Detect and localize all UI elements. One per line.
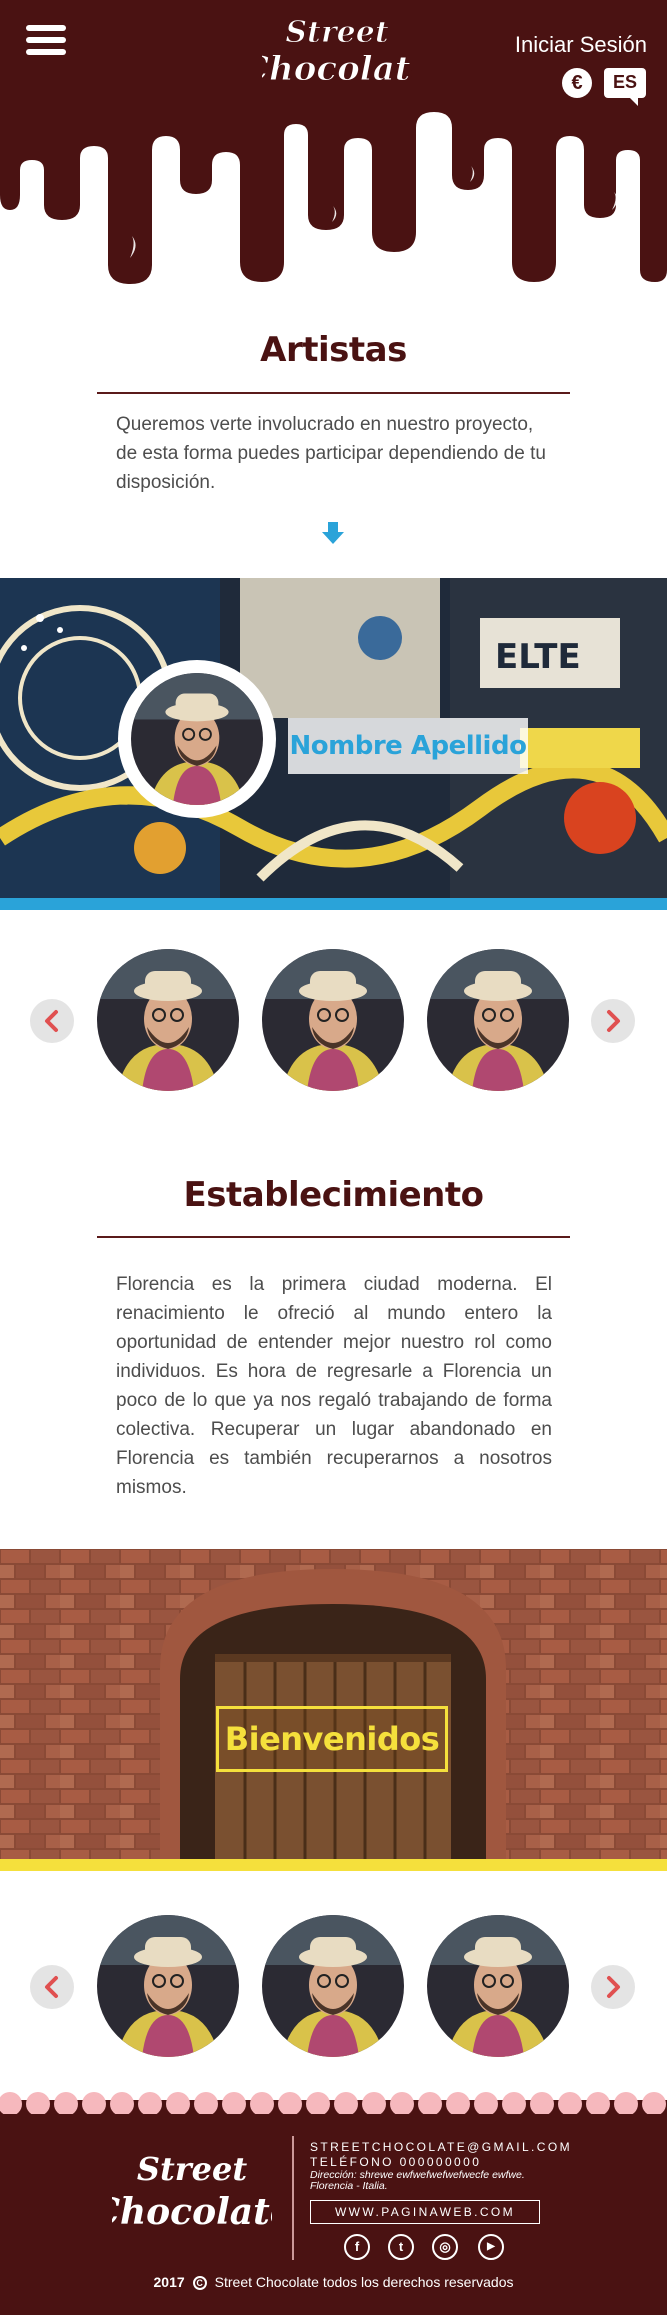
venue-avatar[interactable] [97, 1915, 239, 2057]
artists-divider [97, 392, 570, 394]
footer-scallop-border [0, 2090, 667, 2114]
footer-copyright: 2017 C Street Chocolate todos los derechos… [0, 2274, 667, 2291]
welcome-banner-label: Bienvenidos [216, 1706, 448, 1772]
logo-line-1: Street [285, 15, 389, 50]
street-chocolate-logo[interactable]: Street Chocolate [262, 8, 412, 98]
venue-divider [97, 1236, 570, 1238]
featured-artist-frame [118, 660, 276, 818]
twitter-icon[interactable]: t [388, 2234, 414, 2260]
carousel-next-button[interactable] [591, 999, 635, 1043]
language-selector[interactable]: ES [604, 68, 646, 106]
venue-description: Florencia es la primera ciudad moderna. … [116, 1274, 552, 1498]
featured-artist-avatar[interactable] [131, 673, 263, 805]
chevron-left-icon [45, 1976, 58, 1998]
copyright-year: 2017 [153, 2274, 185, 2290]
venue-banner [0, 1549, 667, 1859]
venue-title: Establecimiento [183, 1175, 484, 1215]
facebook-icon[interactable]: f [344, 2234, 370, 2260]
artist-avatar[interactable] [97, 949, 239, 1091]
artists-title: Artistas [260, 330, 407, 370]
currency-selector[interactable]: € [562, 68, 592, 98]
footer-address: Dirección: shrewe ewfwefwefwefwecfe ewfw… [310, 2170, 570, 2192]
avatar-image [427, 949, 569, 1091]
artist-banner-stripe [0, 898, 667, 910]
copyright-text: Street Chocolate todos los derechos rese… [214, 2274, 514, 2290]
artists-intro: Queremos verte involucrado en nuestro pr… [116, 414, 546, 493]
menu-button[interactable] [26, 25, 66, 59]
hamburger-icon [26, 25, 66, 31]
footer-phone: TELÉFONO 000000000 [310, 2155, 482, 2169]
avatar-image [427, 1915, 569, 2057]
carousel-prev-button[interactable] [30, 999, 74, 1043]
footer-address-line-2: Florencia - Italia. [310, 2180, 388, 2192]
arrow-down-icon[interactable] [320, 520, 346, 546]
login-link[interactable]: Iniciar Sesión [515, 32, 647, 58]
artist-avatar[interactable] [427, 949, 569, 1091]
instagram-icon[interactable]: ◎ [432, 2234, 458, 2260]
carousel-prev-button[interactable] [30, 1965, 74, 2009]
svg-text:ELTE: ELTE [495, 637, 581, 677]
avatar-image [97, 1915, 239, 2057]
chevron-left-icon [45, 1010, 58, 1032]
artists-carousel [0, 949, 667, 1094]
youtube-icon[interactable]: ▶ [478, 2234, 504, 2260]
footer-logo-line-2: Chocolate [112, 2191, 272, 2233]
copyright-icon: C [192, 2276, 207, 2291]
featured-artist-name[interactable]: Nombre Apellido [288, 718, 528, 774]
venue-avatar[interactable] [427, 1915, 569, 2057]
site-header: Street Chocolate Iniciar Sesión € ES [0, 0, 667, 285]
avatar-image [97, 949, 239, 1091]
carousel-next-button[interactable] [591, 1965, 635, 2009]
footer-email[interactable]: STREETCHOCOLATE@GMAIL.COM [310, 2140, 572, 2154]
venue-banner-stripe [0, 1859, 667, 1871]
avatar-image [262, 949, 404, 1091]
footer-divider [292, 2136, 294, 2260]
venue-avatar[interactable] [262, 1915, 404, 2057]
brick-door-background [0, 1549, 667, 1859]
logo-line-2: Chocolate [262, 49, 412, 89]
footer-logo-line-1: Street [137, 2150, 247, 2188]
footer-logo[interactable]: Street Chocolate [112, 2142, 272, 2247]
avatar-image [262, 1915, 404, 2057]
chevron-right-icon [607, 1010, 620, 1032]
venue-carousel [0, 1915, 667, 2060]
artist-avatar[interactable] [262, 949, 404, 1091]
chevron-right-icon [607, 1976, 620, 1998]
footer-website-link[interactable]: WWW.PAGINAWEB.COM [310, 2200, 540, 2224]
